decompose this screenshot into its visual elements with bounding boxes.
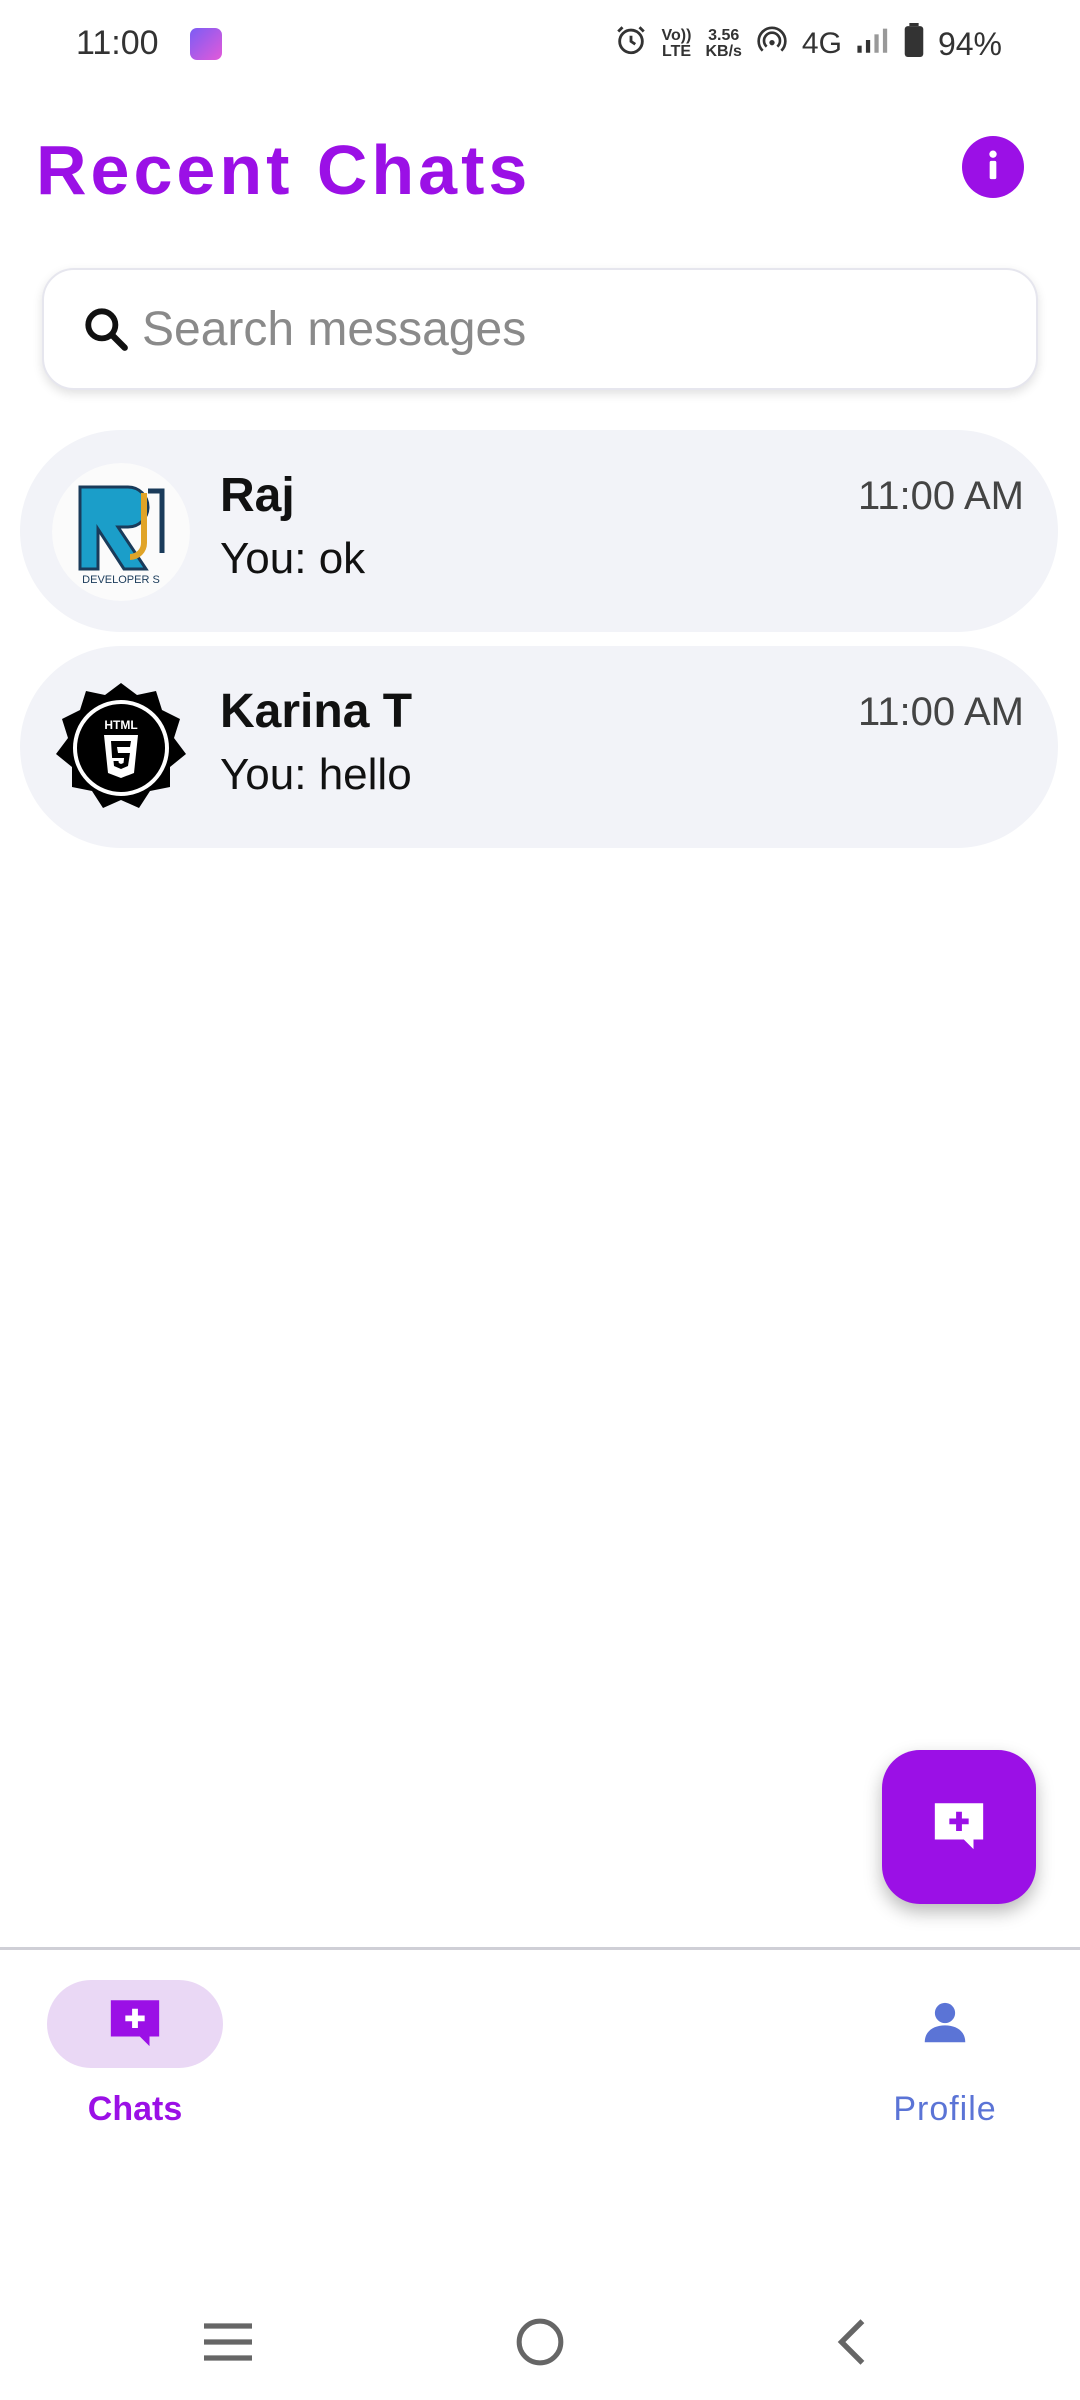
chat-time: 11:00 AM xyxy=(857,690,1024,734)
system-navigation-bar xyxy=(0,2300,1080,2380)
avatar-caption: HTML xyxy=(104,718,137,732)
home-button[interactable] xyxy=(510,2314,570,2374)
chat-name: Karina T xyxy=(220,685,413,738)
info-button[interactable] xyxy=(962,136,1024,198)
chat-last-message: You: hello xyxy=(220,750,412,799)
nav-item-profile[interactable]: Profile xyxy=(825,1980,1065,2129)
page-title: Recent Chats xyxy=(36,131,532,209)
battery-icon xyxy=(904,23,924,65)
bottom-navigation: Chats Profile xyxy=(0,1950,1080,2150)
speed-value: 3.56 xyxy=(708,27,740,44)
status-time: 11:00 xyxy=(76,24,159,62)
avatar-caption: DEVELOPER S xyxy=(82,574,160,586)
back-button[interactable] xyxy=(822,2314,882,2374)
avatar: DEVELOPER S xyxy=(52,463,190,601)
search-bar[interactable] xyxy=(42,268,1038,390)
nav-label-profile: Profile xyxy=(893,2090,997,2128)
back-chevron-icon xyxy=(832,2317,872,2372)
person-icon xyxy=(918,1995,972,2054)
chat-list-item-raj[interactable]: DEVELOPER S Raj You: ok 11:00 AM xyxy=(20,430,1058,632)
chat-list-item-karina-t[interactable]: HTML Karina T You: hello 11:00 AM xyxy=(20,646,1058,848)
chat-last-message: You: ok xyxy=(220,534,366,583)
network-type: 4G xyxy=(801,27,842,60)
status-bar: 11:00 Vo)) LTE 3.56 KB/s 4G 94% xyxy=(0,0,1080,90)
add-chat-icon xyxy=(930,1796,988,1859)
avatar: HTML xyxy=(52,679,190,817)
chat-add-icon xyxy=(106,1993,164,2056)
new-chat-button[interactable] xyxy=(882,1750,1036,1904)
nav-item-chats[interactable]: Chats xyxy=(15,1980,255,2129)
menu-icon xyxy=(202,2320,254,2369)
chat-time: 11:00 AM xyxy=(857,474,1024,518)
nav-active-indicator xyxy=(47,1980,223,2068)
speed-indicator: 3.56 KB/s xyxy=(705,28,741,60)
menu-button[interactable] xyxy=(198,2314,258,2374)
home-circle-icon xyxy=(515,2317,565,2372)
status-indicators: Vo)) LTE 3.56 KB/s 4G 94% xyxy=(614,22,1002,66)
app-notification-icon xyxy=(190,28,222,60)
speed-unit: KB/s xyxy=(705,43,742,60)
volte-bottom: LTE xyxy=(661,43,692,60)
hotspot-icon xyxy=(756,24,788,64)
volte-indicator: Vo)) LTE xyxy=(662,28,692,60)
signal-icon xyxy=(856,25,890,63)
rj-developers-logo: DEVELOPER S xyxy=(52,463,190,601)
nav-icon-container xyxy=(857,1980,1033,2068)
chat-name: Raj xyxy=(220,469,295,522)
battery-percent: 94% xyxy=(937,25,1002,62)
alarm-icon xyxy=(614,23,648,65)
search-icon xyxy=(78,301,134,357)
search-input[interactable] xyxy=(140,300,1004,358)
nav-label-chats: Chats xyxy=(87,2090,183,2128)
volte-top: Vo)) xyxy=(661,27,692,44)
info-icon xyxy=(973,145,1013,190)
html5-badge-logo: HTML xyxy=(52,679,190,817)
